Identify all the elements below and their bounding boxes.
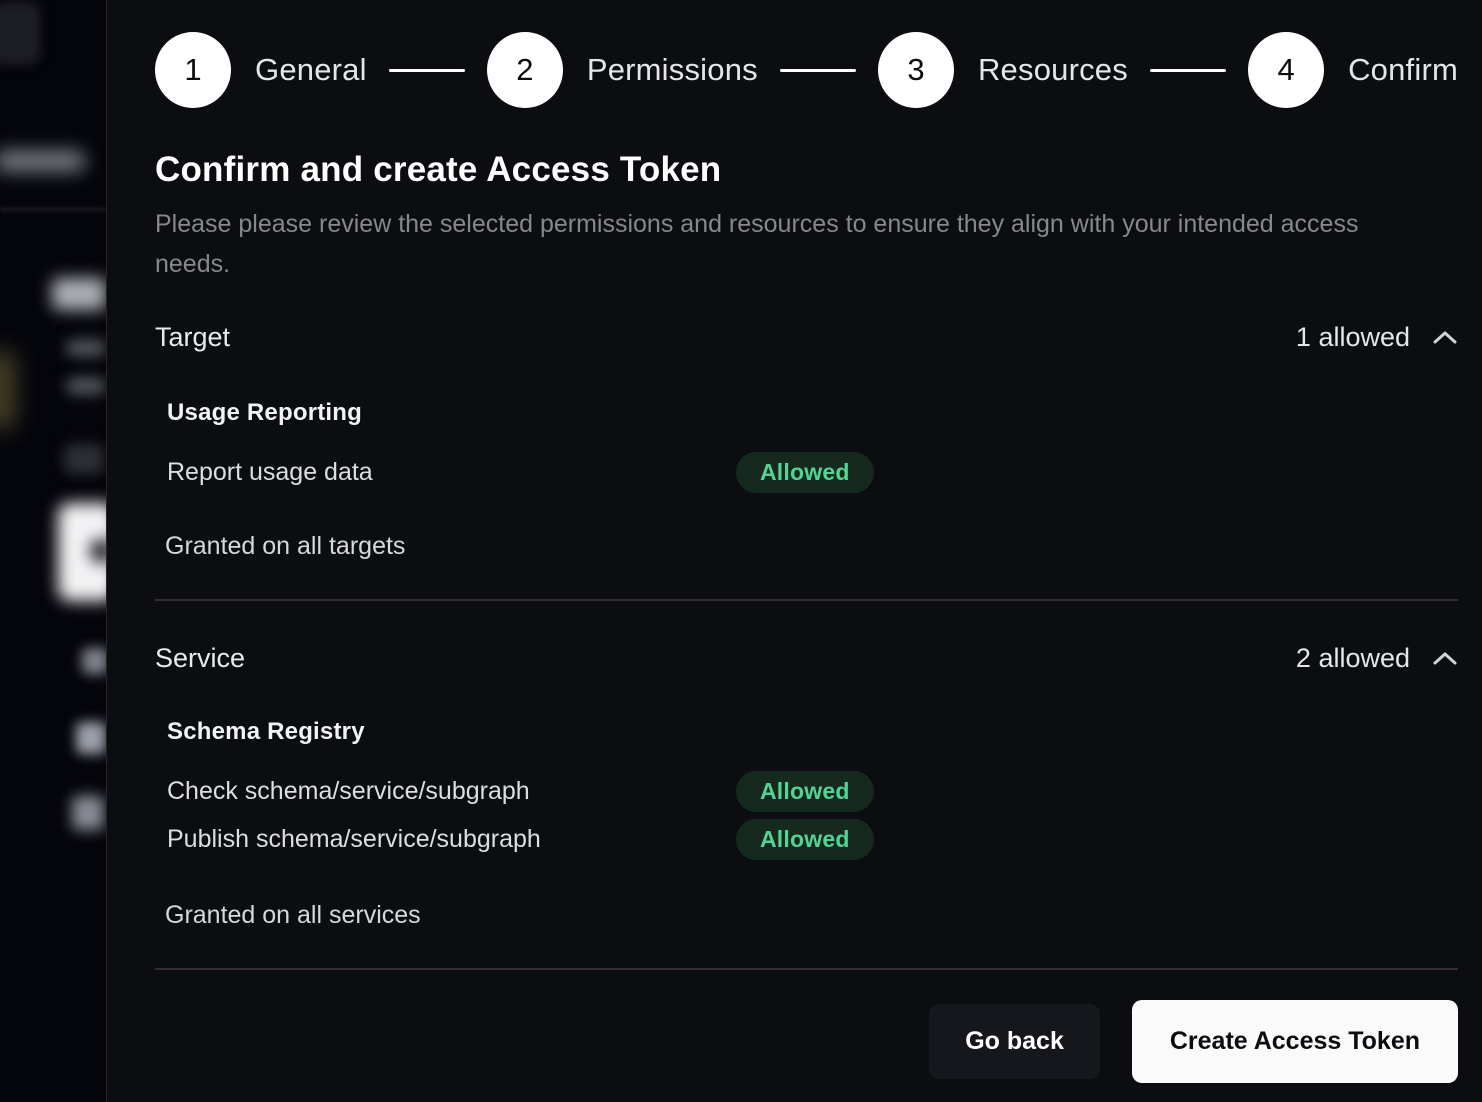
blurred-white-card xyxy=(58,503,106,601)
blurred-text-4 xyxy=(76,722,106,754)
step-label: Confirm xyxy=(1348,52,1458,88)
allowed-count: 2 allowed xyxy=(1296,643,1410,674)
permission-row: Report usage data Allowed xyxy=(167,452,1458,492)
section-collapse-toggle-service[interactable]: 2 allowed xyxy=(1296,643,1458,674)
step-connector-line xyxy=(389,69,465,72)
step-confirm[interactable]: 4 Confirm xyxy=(1248,32,1458,108)
chevron-up-icon xyxy=(1432,330,1458,345)
status-badge: Allowed xyxy=(736,771,874,812)
page-title: Confirm and create Access Token xyxy=(155,150,1458,190)
page-subtitle: Please please review the selected permis… xyxy=(155,204,1379,284)
footer-divider xyxy=(155,968,1458,970)
section-header-target: Target 1 allowed xyxy=(155,322,1458,353)
step-general[interactable]: 1 General xyxy=(155,32,367,108)
blurred-nav-text xyxy=(0,150,86,172)
step-label: Permissions xyxy=(587,52,758,88)
permission-label: Check schema/service/subgraph xyxy=(167,777,736,806)
section-header-service: Service 2 allowed xyxy=(155,643,1458,674)
blurred-card-dot xyxy=(90,539,106,563)
granted-note: Granted on all services xyxy=(165,901,1458,930)
section-divider xyxy=(155,599,1458,601)
step-label: Resources xyxy=(978,52,1128,88)
status-badge: Allowed xyxy=(736,819,874,860)
blurred-text-1 xyxy=(66,340,106,356)
allowed-count: 1 allowed xyxy=(1296,322,1410,353)
step-connector-line xyxy=(1150,69,1226,72)
blurred-heading xyxy=(52,278,106,310)
permission-label: Report usage data xyxy=(167,458,736,487)
blurred-icon xyxy=(64,444,104,474)
permission-list: Check schema/service/subgraph Allowed Pu… xyxy=(167,771,1458,859)
blurred-text-2 xyxy=(66,378,106,394)
chevron-up-icon xyxy=(1432,651,1458,666)
permission-row: Check schema/service/subgraph Allowed xyxy=(167,771,1458,811)
blurred-accent-shape xyxy=(0,352,14,428)
step-number-circle: 3 xyxy=(878,32,954,108)
status-badge: Allowed xyxy=(736,452,874,493)
modal-footer: Go back Create Access Token xyxy=(155,1000,1458,1083)
permission-group-title: Schema Registry xyxy=(167,718,1458,746)
blurred-text-5 xyxy=(72,796,104,830)
background-app-blurred xyxy=(0,0,106,1102)
step-number-circle: 1 xyxy=(155,32,231,108)
permission-group-title: Usage Reporting xyxy=(167,399,1458,427)
step-connector-line xyxy=(780,69,856,72)
blurred-text-3 xyxy=(82,648,106,674)
blurred-logo xyxy=(0,2,40,64)
create-access-token-button[interactable]: Create Access Token xyxy=(1132,1000,1458,1083)
step-number-circle: 4 xyxy=(1248,32,1324,108)
step-permissions[interactable]: 2 Permissions xyxy=(487,32,758,108)
wizard-stepper: 1 General 2 Permissions 3 Resources 4 Co… xyxy=(155,32,1458,108)
section-name: Target xyxy=(155,322,230,353)
permission-label: Publish schema/service/subgraph xyxy=(167,825,736,854)
permission-list: Report usage data Allowed xyxy=(167,452,1458,492)
step-label: General xyxy=(255,52,367,88)
go-back-button[interactable]: Go back xyxy=(929,1004,1100,1079)
granted-note: Granted on all targets xyxy=(165,532,1458,561)
step-resources[interactable]: 3 Resources xyxy=(878,32,1128,108)
create-access-token-modal: 1 General 2 Permissions 3 Resources 4 Co… xyxy=(106,0,1482,1102)
blurred-divider xyxy=(0,208,106,211)
permission-row: Publish schema/service/subgraph Allowed xyxy=(167,819,1458,859)
step-number-circle: 2 xyxy=(487,32,563,108)
section-name: Service xyxy=(155,643,245,674)
screen: 1 General 2 Permissions 3 Resources 4 Co… xyxy=(0,0,1482,1102)
section-collapse-toggle-target[interactable]: 1 allowed xyxy=(1296,322,1458,353)
